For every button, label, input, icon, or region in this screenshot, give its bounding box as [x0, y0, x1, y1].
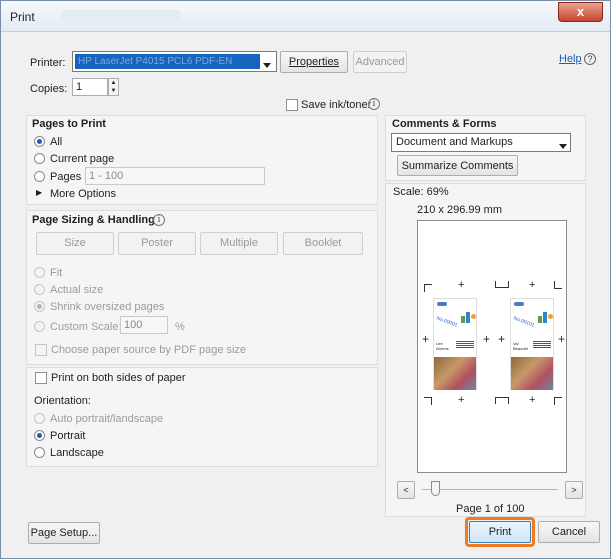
shrink-oversized-label: Shrink oversized pages: [50, 301, 165, 313]
actual-size-radio[interactable]: [34, 284, 45, 295]
printer-select-value: HP LaserJet P4015 PCL6 PDF-EN: [75, 54, 260, 69]
tab-size[interactable]: Size: [36, 232, 114, 255]
crop-mark: +: [529, 279, 536, 291]
comments-select-value: Document and Markups: [396, 136, 513, 148]
crop-mark: +: [458, 279, 465, 291]
page-slider-thumb[interactable]: [431, 481, 440, 496]
custom-scale-label: Custom Scale:: [50, 321, 122, 333]
paper-source-label: Choose paper source by PDF page size: [51, 344, 247, 356]
cancel-button[interactable]: Cancel: [538, 521, 600, 543]
expand-triangle-icon[interactable]: ▶: [36, 188, 42, 197]
fit-radio[interactable]: [34, 267, 45, 278]
card-left-number: No.00001: [435, 315, 459, 329]
landscape-label: Landscape: [50, 447, 104, 459]
all-pages-radio[interactable]: [34, 136, 45, 147]
portrait-radio[interactable]: [34, 430, 45, 441]
page-preview: + + No.00001 Lee Ahrens No.00101 Val Bea…: [417, 220, 567, 473]
save-ink-checkbox[interactable]: [286, 99, 298, 111]
portrait-label: Portrait: [50, 430, 86, 442]
actual-size-label: Actual size: [50, 284, 104, 296]
more-options-toggle[interactable]: More Options: [50, 188, 116, 200]
custom-scale-radio[interactable]: [34, 321, 45, 332]
previous-page-button[interactable]: <: [397, 481, 415, 499]
tab-booklet[interactable]: Booklet: [283, 232, 363, 255]
advanced-button[interactable]: Advanced: [353, 51, 407, 73]
orientation-label: Orientation:: [34, 395, 91, 407]
crop-mark: +: [483, 332, 491, 346]
tab-poster[interactable]: Poster: [118, 232, 196, 255]
print-dialog: Print x Printer: HP LaserJet P4015 PCL6 …: [0, 0, 611, 559]
summarize-comments-button[interactable]: Summarize Comments: [397, 155, 518, 176]
close-button[interactable]: x: [558, 2, 603, 22]
shrink-oversized-radio[interactable]: [34, 301, 45, 312]
page-sizing-title: Page Sizing & Handling: [32, 214, 155, 226]
tab-multiple[interactable]: Multiple: [200, 232, 278, 255]
next-page-button[interactable]: >: [565, 481, 583, 499]
current-page-label: Current page: [50, 153, 115, 165]
save-ink-label: Save ink/toner: [301, 99, 372, 111]
info-icon[interactable]: i: [153, 214, 165, 226]
chevron-down-icon: [263, 59, 271, 71]
landscape-radio[interactable]: [34, 447, 45, 458]
dialog-content: Printer: HP LaserJet P4015 PCL6 PDF-EN P…: [8, 33, 604, 550]
card-left-photo: [434, 357, 476, 390]
auto-orientation-radio[interactable]: [34, 413, 45, 424]
title-bar[interactable]: Print x: [1, 1, 610, 32]
both-sides-checkbox[interactable]: [35, 372, 47, 384]
crop-mark: +: [498, 332, 506, 346]
page-dimensions: 210 x 296.99 mm: [417, 204, 502, 216]
print-button[interactable]: Print: [469, 521, 531, 543]
window-title: Print: [10, 10, 35, 24]
pages-range-input[interactable]: 1 - 100: [85, 167, 265, 185]
pages-range-radio[interactable]: [34, 171, 45, 182]
window-title-filename: [61, 10, 181, 22]
copies-label: Copies:: [30, 83, 68, 95]
card-right-name: Val Beaudet: [513, 341, 528, 351]
auto-orientation-label: Auto portrait/landscape: [50, 413, 164, 425]
info-icon[interactable]: i: [368, 98, 380, 110]
comments-forms-title: Comments & Forms: [392, 118, 497, 130]
page-status: Page 1 of 100: [456, 503, 525, 515]
printer-select[interactable]: HP LaserJet P4015 PCL6 PDF-EN: [72, 51, 277, 72]
current-page-radio[interactable]: [34, 153, 45, 164]
custom-scale-unit: %: [175, 321, 185, 333]
card-right: No.00101 Val Beaudet: [510, 298, 554, 390]
crop-mark: +: [458, 394, 465, 406]
scale-readout: Scale: 69%: [393, 186, 449, 198]
pages-range-label: Pages: [50, 171, 82, 183]
card-left: No.00001 Lee Ahrens: [433, 298, 477, 390]
copies-stepper[interactable]: ▲ ▼: [108, 78, 119, 96]
help-icon[interactable]: ?: [584, 53, 596, 65]
page-slider-track[interactable]: [422, 489, 558, 490]
printer-label: Printer:: [30, 57, 66, 69]
both-sides-label: Print on both sides of paper: [51, 372, 186, 384]
all-pages-label: All: [50, 136, 63, 148]
card-left-name: Lee Ahrens: [436, 341, 449, 351]
card-right-photo: [511, 357, 553, 390]
crop-mark: +: [529, 394, 536, 406]
page-setup-button[interactable]: Page Setup...: [28, 522, 100, 544]
crop-mark: +: [422, 332, 430, 346]
paper-source-checkbox[interactable]: [35, 344, 47, 356]
comments-select[interactable]: Document and Markups: [391, 133, 571, 152]
fit-label: Fit: [50, 267, 63, 279]
chevron-down-icon: [559, 140, 567, 152]
copies-input[interactable]: 1: [72, 78, 108, 96]
properties-button[interactable]: Properties: [280, 51, 348, 73]
help-link[interactable]: Help: [559, 53, 582, 65]
card-right-number: No.00101: [512, 315, 536, 329]
custom-scale-input[interactable]: 100: [120, 316, 168, 334]
pages-to-print-title: Pages to Print: [32, 118, 106, 130]
crop-mark: +: [558, 332, 566, 346]
